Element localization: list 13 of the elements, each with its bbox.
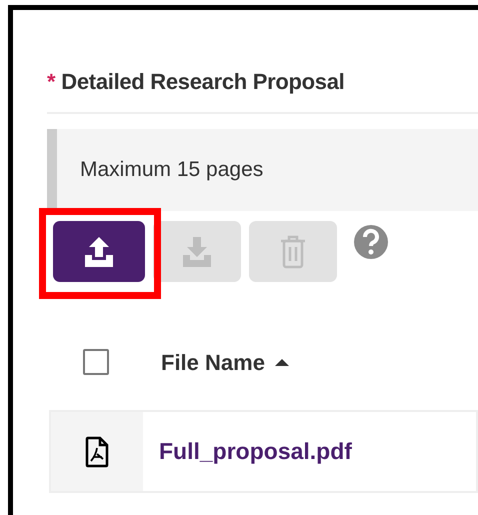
section-title: Detailed Research Proposal <box>61 69 344 94</box>
help-icon <box>353 224 389 260</box>
required-mark: * <box>47 69 56 94</box>
sort-icon[interactable] <box>272 356 291 368</box>
trash-icon <box>279 234 307 268</box>
help-button[interactable] <box>353 224 389 260</box>
upload-button[interactable] <box>53 221 145 282</box>
column-header[interactable]: File Name <box>161 346 265 378</box>
upload-icon <box>82 234 116 268</box>
select-all-checkbox[interactable] <box>83 349 109 375</box>
download-icon <box>180 234 214 268</box>
pdf-file-icon <box>85 436 109 468</box>
note-text: Maximum 15 pages <box>80 157 264 184</box>
